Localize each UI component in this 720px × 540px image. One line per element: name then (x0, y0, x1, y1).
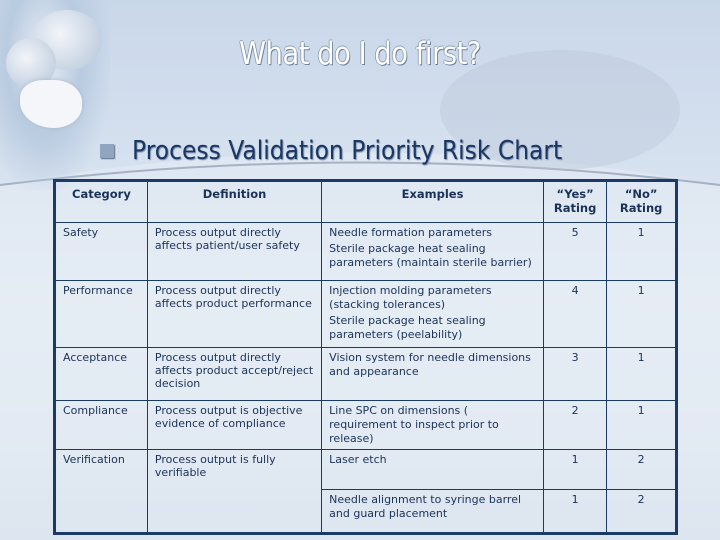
cell-no-rating: 1 (606, 400, 677, 450)
cell-definition: Process output directly affects patient/… (146, 222, 323, 281)
table-row: Performance Process output directly affe… (54, 280, 677, 348)
example-item: Sterile package heat sealing parameters … (329, 242, 532, 269)
table-row: Acceptance Process output directly affec… (54, 347, 677, 401)
cell-category: Compliance (54, 400, 148, 450)
cell-category: Verification (54, 449, 148, 534)
cell-examples: Line SPC on dimensions ( requirement to … (321, 400, 544, 450)
slide-title: What do I do first? (239, 36, 481, 72)
subtitle-text: Process Validation Priority Risk Chart (132, 136, 563, 166)
cell-yes-rating: 1 (542, 489, 608, 534)
header-no-line1: “No” (624, 187, 658, 201)
surgical-mask (20, 80, 82, 128)
header-definition: Definition (146, 180, 323, 223)
risk-chart-table: Category Definition Examples “Yes” Rating… (53, 179, 678, 535)
cell-no-rating: 1 (606, 347, 677, 401)
cell-definition: Process output directly affects product … (146, 280, 323, 348)
subtitle-bullet-item: Process Validation Priority Risk Chart (100, 136, 610, 166)
table-row: Compliance Process output is objective e… (54, 400, 677, 450)
surgeon-photo (0, 0, 110, 190)
example-item: Needle alignment to syringe barrel and g… (329, 493, 522, 520)
example-item: Vision system for needle dimensions and … (329, 351, 531, 378)
cell-category: Performance (54, 280, 148, 348)
example-item: Needle formation parameters (329, 226, 492, 239)
cell-yes-rating: 5 (542, 222, 608, 281)
header-yes-line1: “Yes” (556, 187, 594, 201)
cell-no-rating: 1 (606, 222, 677, 281)
cell-no-rating: 2 (606, 489, 677, 534)
cell-yes-rating: 4 (542, 280, 608, 348)
example-item: Sterile package heat sealing parameters … (329, 314, 486, 341)
square-bullet-icon (100, 144, 114, 158)
cell-category: Safety (54, 222, 148, 281)
header-yes-rating: “Yes” Rating (542, 180, 608, 223)
header-yes-line2: Rating (553, 201, 597, 215)
cell-examples: Injection molding parameters (stacking t… (321, 280, 544, 348)
cell-examples: Needle alignment to syringe barrel and g… (321, 489, 544, 534)
cell-yes-rating: 3 (542, 347, 608, 401)
cell-examples: Laser etch (321, 449, 544, 490)
header-no-line2: Rating (619, 201, 663, 215)
cell-definition: Process output is fully verifiable (146, 449, 323, 534)
cell-examples: Needle formation parameters Sterile packa… (321, 222, 544, 281)
header-examples: Examples (321, 180, 544, 223)
example-item: Injection molding parameters (stacking t… (329, 284, 492, 311)
cell-no-rating: 1 (606, 280, 677, 348)
header-category: Category (54, 180, 148, 223)
cell-yes-rating: 1 (542, 449, 608, 490)
table-row: Verification Process output is fully ver… (54, 449, 677, 534)
example-item: Laser etch (329, 453, 387, 466)
table-header-row: Category Definition Examples “Yes” Rating… (54, 180, 677, 223)
cell-no-rating: 2 (606, 449, 677, 490)
cell-definition: Process output is objective evidence of … (146, 400, 323, 450)
cell-category: Acceptance (54, 347, 148, 401)
cell-definition: Process output directly affects product … (146, 347, 323, 401)
table-row: Safety Process output directly affects p… (54, 222, 677, 281)
example-item: Line SPC on dimensions ( requirement to … (329, 404, 499, 445)
cell-yes-rating: 2 (542, 400, 608, 450)
cell-examples: Vision system for needle dimensions and … (321, 347, 544, 401)
header-no-rating: “No” Rating (606, 180, 677, 223)
